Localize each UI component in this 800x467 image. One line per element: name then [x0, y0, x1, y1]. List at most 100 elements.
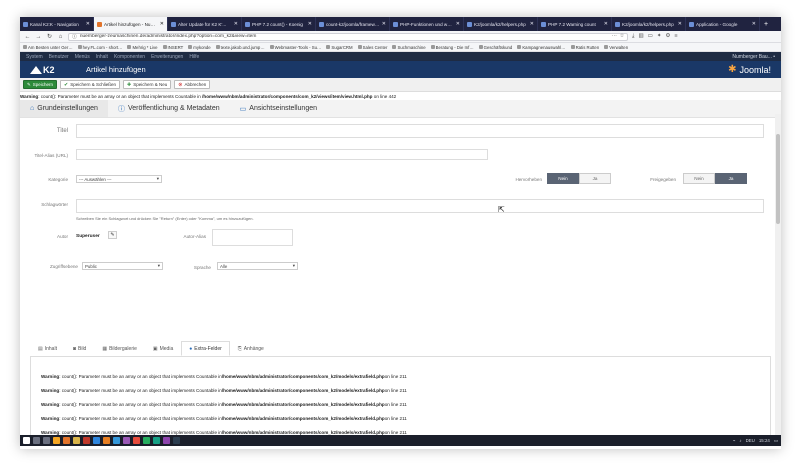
tab-extra-fields[interactable]: ● Extra-Felder: [181, 341, 230, 356]
save-new-button[interactable]: ✚ Speichern & Neu: [123, 80, 172, 89]
tab-publishing[interactable]: ⓘ Veröffentlichung & Metadaten: [108, 100, 230, 117]
admin-menu-item-content[interactable]: Inhalt: [96, 54, 108, 60]
menu-icon[interactable]: ≡: [674, 33, 677, 40]
back-icon[interactable]: ←: [24, 34, 31, 40]
tab-content[interactable]: ▤ Inhalt: [30, 341, 65, 356]
app-icon[interactable]: [133, 437, 140, 444]
browser-tab-active[interactable]: Artikel hinzufügen - Numberger✕: [94, 17, 168, 31]
task-view-icon[interactable]: [43, 437, 50, 444]
language-indicator[interactable]: DEU: [746, 438, 755, 443]
bookmark-item[interactable]: Beratung - Die Inf…: [430, 45, 474, 50]
tab-media[interactable]: ▣ Media: [145, 341, 181, 356]
browser-tab[interactable]: Kanal K2:K - Navigation ✕: [20, 17, 94, 31]
app-icon[interactable]: [103, 437, 110, 444]
bookmark-item[interactable]: Ratis Rutten: [570, 45, 599, 50]
bookmark-item[interactable]: texte.jakob.und.jump…: [215, 45, 265, 50]
save-button[interactable]: ✎ Speichern: [23, 80, 58, 89]
bookmark-item[interactable]: mykonde: [188, 45, 211, 50]
close-icon[interactable]: ✕: [752, 21, 756, 27]
bookmark-item[interactable]: Am Besten unter Ger…: [23, 45, 73, 50]
category-select[interactable]: --- Auswählen --- ▾: [76, 175, 162, 183]
app-icon[interactable]: [113, 437, 120, 444]
bookmark-item[interactable]: Sales Center: [357, 45, 387, 50]
new-tab-button[interactable]: +: [760, 17, 772, 31]
browser-tab[interactable]: K2/joomla/k2/helpers.php ✕: [464, 17, 538, 31]
close-icon[interactable]: ✕: [86, 21, 90, 27]
published-no-button[interactable]: Nein: [683, 173, 715, 184]
app-icon[interactable]: [173, 437, 180, 444]
app-icon[interactable]: [153, 437, 160, 444]
language-select[interactable]: Alle ▾: [217, 262, 298, 270]
tags-input[interactable]: [76, 199, 764, 213]
url-bar[interactable]: ⓘ nuernberger-zeumaschinen.de/administra…: [68, 32, 628, 41]
bookmark-item[interactable]: SugarCRM: [326, 45, 353, 50]
admin-menu-item-menus[interactable]: Menüs: [75, 54, 90, 60]
firefox-icon[interactable]: [63, 437, 70, 444]
close-icon[interactable]: ✕: [160, 21, 164, 27]
sidebar-icon[interactable]: ▭: [648, 33, 653, 40]
notification-icon[interactable]: ▭: [774, 438, 778, 444]
bookmark-star-icon[interactable]: ☆: [620, 34, 624, 39]
browser-tab[interactable]: Application - Google ✕: [686, 17, 760, 31]
scrollbar-thumb[interactable]: [776, 134, 780, 224]
title-input[interactable]: [76, 124, 764, 138]
close-icon[interactable]: ✕: [530, 21, 534, 27]
alias-input[interactable]: [76, 149, 488, 160]
featured-no-button[interactable]: Nein: [547, 173, 579, 184]
more-icon[interactable]: ⋯: [612, 34, 617, 39]
bookmark-item[interactable]: hey.FL.com - short…: [77, 45, 122, 50]
reload-icon[interactable]: ↻: [46, 33, 53, 40]
tab-image[interactable]: ◙ Bild: [65, 341, 94, 356]
clock[interactable]: 15:24: [759, 438, 770, 443]
forward-icon[interactable]: →: [35, 34, 42, 40]
admin-menu-item-system[interactable]: System: [26, 54, 43, 60]
explorer-icon[interactable]: [53, 437, 60, 444]
volume-icon[interactable]: ♪: [739, 438, 741, 443]
start-icon[interactable]: [23, 437, 30, 444]
bookmark-item[interactable]: Verwalten: [604, 45, 628, 50]
url-text[interactable]: nuernberger-zeumaschinen.de/administrato…: [80, 34, 609, 39]
folder-icon[interactable]: [73, 437, 80, 444]
cancel-button[interactable]: ⊗ Abbrechen: [174, 80, 211, 89]
app-icon[interactable]: [93, 437, 100, 444]
network-icon[interactable]: ⌁: [733, 438, 736, 444]
browser-tab[interactable]: count-k2/joomla/frameworks ✕: [316, 17, 390, 31]
library-icon[interactable]: ▥: [638, 33, 643, 40]
tab-basic-settings[interactable]: ⌂ Grundeinstellungen: [20, 100, 108, 117]
admin-menu-item-help[interactable]: Hilfe: [189, 54, 199, 60]
admin-menu-item-extensions[interactable]: Erweiterungen: [151, 54, 183, 60]
browser-tab[interactable]: Alter Update für K2 K’... ✕: [168, 17, 242, 31]
info-icon[interactable]: ⓘ: [72, 33, 77, 40]
access-select[interactable]: Public ▾: [82, 262, 163, 270]
app-icon[interactable]: [143, 437, 150, 444]
close-icon[interactable]: ✕: [234, 21, 238, 27]
bookmark-item[interactable]: Geschäftskund: [478, 45, 512, 50]
app-icon[interactable]: [163, 437, 170, 444]
admin-menu-item-components[interactable]: Komponenten: [114, 54, 145, 60]
app-icon[interactable]: [123, 437, 130, 444]
page-scrollbar[interactable]: [775, 114, 781, 442]
admin-menu-item-users[interactable]: Benutzer: [49, 54, 69, 60]
browser-tab[interactable]: PHP-Funktionen und warnings✕: [390, 17, 464, 31]
close-icon[interactable]: ✕: [382, 21, 386, 27]
tab-gallery[interactable]: ▦ Bildergalerie: [94, 341, 145, 356]
browser-tab[interactable]: PHP 7.2 Warning count ✕: [538, 17, 612, 31]
bookmark-item[interactable]: Suchmaschine: [392, 45, 426, 50]
close-icon[interactable]: ✕: [456, 21, 460, 27]
featured-yes-button[interactable]: Ja: [579, 173, 611, 184]
home-icon[interactable]: ⌂: [57, 34, 64, 40]
app-icon[interactable]: [83, 437, 90, 444]
browser-tab[interactable]: K2/joomla/k2/helpers.php ✕: [612, 17, 686, 31]
edit-author-button[interactable]: ✎: [108, 231, 117, 239]
published-yes-button[interactable]: Ja: [715, 173, 747, 184]
extension-icon[interactable]: ✦: [657, 33, 662, 40]
author-alias-input[interactable]: [212, 229, 293, 246]
tab-attachments[interactable]: ⎘ Anhänge: [230, 341, 272, 356]
bookmark-item[interactable]: Mehrig * Live: [127, 45, 158, 50]
save-close-button[interactable]: ✔ Speichern & Schließen: [60, 80, 121, 89]
close-icon[interactable]: ✕: [678, 21, 682, 27]
bookmark-item[interactable]: Webmaster-Tools - Su…: [269, 45, 321, 50]
close-icon[interactable]: ✕: [604, 21, 608, 27]
site-link[interactable]: Numberger Bau... •: [732, 54, 775, 60]
download-icon[interactable]: ⤓: [632, 33, 634, 40]
